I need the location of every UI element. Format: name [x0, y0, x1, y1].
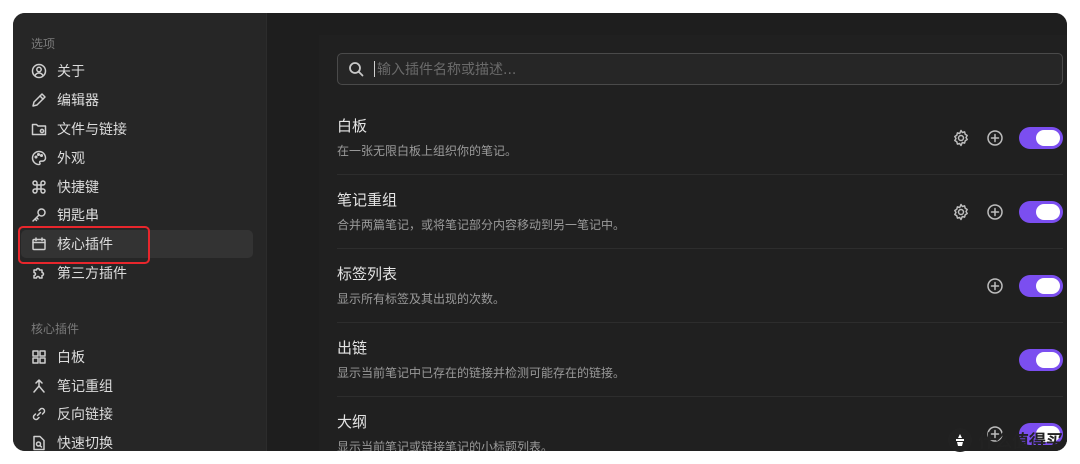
sidebar-item-files-links[interactable]: 文件与链接 — [21, 115, 253, 143]
sidebar-item-label: 编辑器 — [57, 93, 99, 109]
plugin-enable-toggle[interactable] — [1019, 201, 1063, 223]
sidebar-item-label: 笔记重组 — [57, 379, 113, 395]
toggle-knob — [1036, 278, 1060, 294]
sidebar-item-backlinks[interactable]: 反向链接 — [21, 400, 253, 428]
plus-circle-icon — [987, 130, 1003, 146]
sidebar-item-appearance[interactable]: 外观 — [21, 144, 253, 172]
sidebar-item-label: 快速切换 — [57, 436, 113, 451]
sidebar-item-quick-switcher[interactable]: 快速切换 — [21, 429, 253, 451]
plugin-enable-toggle[interactable] — [1019, 275, 1063, 297]
folder-cog-icon — [31, 121, 47, 137]
gear-icon — [954, 203, 968, 221]
plugin-enable-toggle[interactable] — [1019, 127, 1063, 149]
plugin-name: 笔记重组 — [337, 191, 398, 209]
sidebar-item-label: 关于 — [57, 64, 85, 80]
plugin-name: 出链 — [337, 339, 368, 357]
plugin-row-tag-pane: 标签列表 显示所有标签及其出现的次数。 — [337, 249, 1063, 323]
plugin-hotkey-add-button[interactable] — [985, 276, 1005, 296]
watermark-logo-icon — [948, 427, 972, 452]
plugin-description: 显示当前笔记或链接笔记的小标题列表。 — [337, 440, 554, 451]
plugin-settings-button[interactable] — [951, 128, 971, 148]
settings-window: 选项 关于 编辑器 文件与链接 外观 快捷键 钥匙串 核心插件 第三方插件 核心… — [13, 13, 1067, 451]
plugin-row-note-composer: 笔记重组 合并两篇笔记，或将笔记部分内容移动到另一笔记中。 — [337, 175, 1063, 249]
settings-sidebar: 选项 关于 编辑器 文件与链接 外观 快捷键 钥匙串 核心插件 第三方插件 核心… — [13, 13, 267, 451]
sidebar-section-core-plugins: 核心插件 — [31, 322, 80, 336]
pencil-icon — [31, 92, 47, 108]
search-icon — [349, 62, 364, 77]
palette-icon — [31, 150, 47, 166]
toggle-knob — [1036, 352, 1060, 368]
merge-arrow-icon — [31, 378, 47, 394]
watermark-text: 什么值得买 — [978, 432, 1063, 452]
sidebar-item-community-plugins[interactable]: 第三方插件 — [21, 259, 253, 287]
plugin-name: 白板 — [337, 117, 368, 135]
user-circle-icon — [31, 63, 47, 79]
sidebar-item-label: 第三方插件 — [57, 266, 127, 282]
plugin-description: 合并两篇笔记，或将笔记部分内容移动到另一笔记中。 — [337, 218, 626, 232]
plugin-row-outgoing-links: 出链 显示当前笔记中已存在的链接并检测可能存在的链接。 — [337, 323, 1063, 397]
plugin-description: 显示所有标签及其出现的次数。 — [337, 292, 506, 306]
plugin-description: 在一张无限白板上组织你的笔记。 — [337, 144, 518, 158]
sidebar-item-editor[interactable]: 编辑器 — [21, 86, 253, 114]
backlink-icon — [31, 406, 47, 422]
plugin-name: 大纲 — [337, 413, 368, 431]
plugin-settings-button[interactable] — [951, 202, 971, 222]
text-caret — [374, 61, 375, 77]
file-search-icon — [31, 435, 47, 451]
plugin-row-canvas: 白板 在一张无限白板上组织你的笔记。 — [337, 101, 1063, 175]
gear-icon — [954, 129, 968, 147]
plugin-enable-toggle[interactable] — [1019, 349, 1063, 371]
sidebar-item-keychain[interactable]: 钥匙串 — [21, 201, 253, 229]
sidebar-item-label: 快捷键 — [57, 180, 99, 196]
sidebar-item-label: 白板 — [57, 350, 85, 366]
plugin-search-input[interactable]: 输入插件名称或描述... — [337, 53, 1063, 85]
search-placeholder: 输入插件名称或描述... — [377, 62, 517, 78]
toggle-knob — [1036, 204, 1060, 220]
plugin-description: 显示当前笔记中已存在的链接并检测可能存在的链接。 — [337, 366, 626, 380]
sidebar-section-options: 选项 — [31, 37, 56, 51]
key-icon — [31, 207, 47, 223]
sidebar-item-canvas[interactable]: 白板 — [21, 343, 253, 371]
plus-circle-icon — [987, 278, 1003, 294]
sidebar-item-label: 核心插件 — [57, 237, 113, 253]
sidebar-item-hotkeys[interactable]: 快捷键 — [21, 173, 253, 201]
watermark: 什么值得买 — [948, 427, 1063, 452]
sidebar-item-label: 反向链接 — [57, 407, 113, 423]
settings-main-panel: 输入插件名称或描述... 白板 在一张无限白板上组织你的笔记。 笔记重组 合并两… — [267, 13, 1067, 451]
sidebar-item-core-plugins[interactable]: 核心插件 — [21, 230, 253, 258]
calendar-box-icon — [31, 236, 47, 252]
plugin-hotkey-add-button[interactable] — [985, 202, 1005, 222]
plugin-name: 标签列表 — [337, 265, 398, 283]
puzzle-icon — [31, 265, 47, 281]
plus-circle-icon — [987, 204, 1003, 220]
sidebar-item-note-composer[interactable]: 笔记重组 — [21, 372, 253, 400]
command-icon — [31, 179, 47, 195]
sidebar-item-label: 钥匙串 — [57, 208, 99, 224]
plugin-hotkey-add-button[interactable] — [985, 128, 1005, 148]
sidebar-item-about[interactable]: 关于 — [21, 57, 253, 85]
sidebar-item-label: 文件与链接 — [57, 122, 127, 138]
toggle-knob — [1036, 130, 1060, 146]
sidebar-item-label: 外观 — [57, 151, 85, 167]
grid-icon — [31, 349, 47, 365]
